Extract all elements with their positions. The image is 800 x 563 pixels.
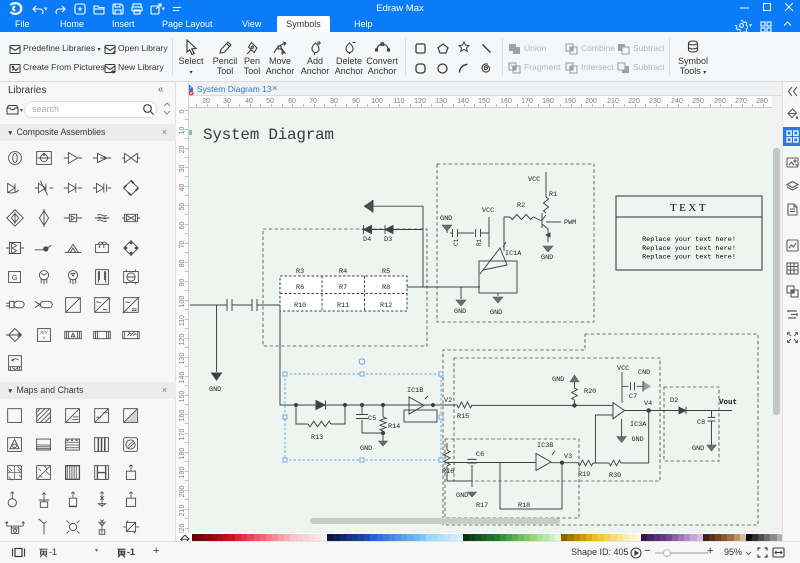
svg-text:R3: R3 xyxy=(296,268,304,276)
svg-text:R11: R11 xyxy=(337,302,349,310)
svg-text:Replace your text here!: Replace your text here! xyxy=(642,245,736,253)
svg-text:R2: R2 xyxy=(517,202,525,210)
svg-text:GND: GND xyxy=(552,376,564,384)
svg-text:R5: R5 xyxy=(382,268,390,276)
svg-text:R20: R20 xyxy=(584,388,596,396)
svg-text:R1: R1 xyxy=(476,238,483,246)
svg-text:C7: C7 xyxy=(629,393,637,401)
svg-text:V3: V3 xyxy=(564,453,572,461)
svg-text:R14: R14 xyxy=(388,423,400,431)
svg-text:GND: GND xyxy=(490,309,502,317)
svg-text:GND: GND xyxy=(454,308,466,316)
svg-text:IC3B: IC3B xyxy=(537,442,553,450)
svg-text:GND: GND xyxy=(541,254,553,262)
svg-text:V4: V4 xyxy=(644,400,652,408)
svg-text:IC1B: IC1B xyxy=(407,387,423,395)
svg-text:GND: GND xyxy=(456,492,468,500)
svg-text:GND: GND xyxy=(209,386,221,394)
svg-text:R18: R18 xyxy=(518,502,530,510)
svg-text:CND: CND xyxy=(638,369,650,377)
svg-text:R17: R17 xyxy=(476,502,488,510)
svg-text:C6: C6 xyxy=(476,451,484,459)
svg-text:R30: R30 xyxy=(609,472,621,480)
svg-text:R4: R4 xyxy=(339,268,347,276)
svg-text:R8: R8 xyxy=(382,284,390,292)
svg-text:GND: GND xyxy=(440,215,452,223)
svg-text:R7: R7 xyxy=(339,284,347,292)
svg-text:VCC: VCC xyxy=(482,207,494,215)
svg-text:D4: D4 xyxy=(363,236,371,244)
svg-text:C8: C8 xyxy=(697,419,705,427)
svg-text:R12: R12 xyxy=(380,302,392,310)
svg-text:C1: C1 xyxy=(453,238,460,246)
svg-text:R13: R13 xyxy=(311,434,323,442)
svg-text:IC3A: IC3A xyxy=(630,421,647,429)
svg-text:D2: D2 xyxy=(670,397,678,405)
svg-text:R16: R16 xyxy=(442,468,454,476)
svg-text:VCC: VCC xyxy=(528,176,540,184)
svg-text:GND: GND xyxy=(360,445,372,453)
svg-text:V2: V2 xyxy=(444,397,452,405)
svg-text:GND: GND xyxy=(632,436,644,444)
svg-text:GND: GND xyxy=(692,445,704,453)
svg-text:IC1A: IC1A xyxy=(505,250,522,258)
svg-text:System Diagram: System Diagram xyxy=(203,126,334,144)
svg-text:R15: R15 xyxy=(457,413,469,421)
svg-text:R10: R10 xyxy=(294,302,306,310)
svg-text:VCC: VCC xyxy=(617,365,629,373)
svg-text:Replace your text here!: Replace your text here! xyxy=(642,236,736,244)
svg-text:R1: R1 xyxy=(549,191,557,199)
svg-text:R6: R6 xyxy=(296,284,304,292)
svg-text:PWM: PWM xyxy=(564,219,576,227)
svg-text:Replace your text here!: Replace your text here! xyxy=(642,254,736,262)
svg-text:R19: R19 xyxy=(578,471,590,479)
svg-text:C5: C5 xyxy=(368,415,376,423)
svg-text:D3: D3 xyxy=(384,236,392,244)
svg-text:TEXT: TEXT xyxy=(670,202,708,214)
svg-text:Vout: Vout xyxy=(719,399,737,407)
